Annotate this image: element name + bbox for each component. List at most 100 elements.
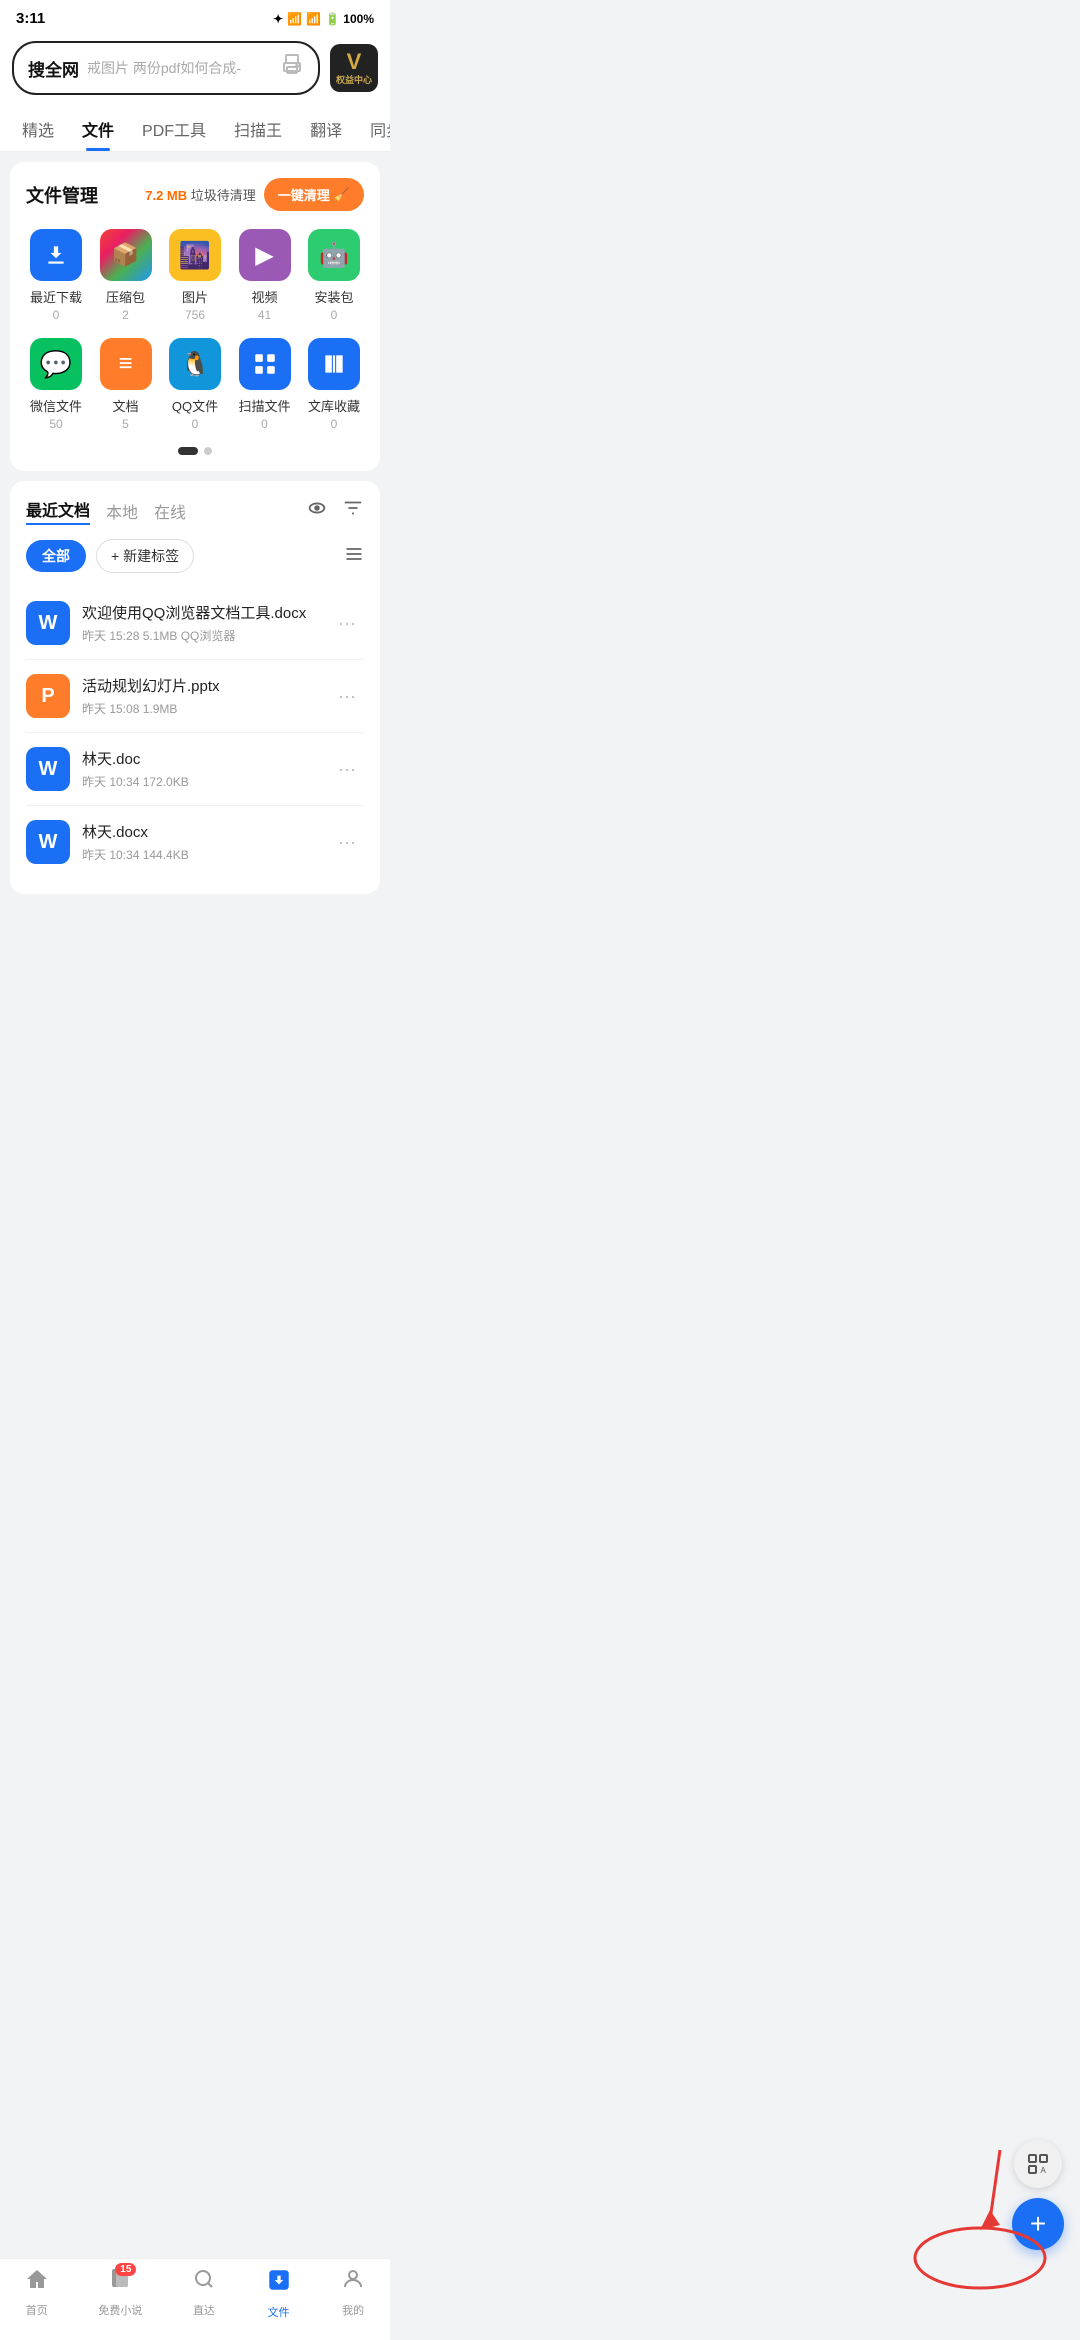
doc-item-3[interactable]: W 林天.doc 昨天 10:34 172.0KB ··· bbox=[26, 733, 364, 806]
library-label: 文库收藏 bbox=[308, 396, 360, 415]
video-label: 视频 bbox=[251, 287, 277, 306]
file-item-apk[interactable]: 🤖 安装包 0 bbox=[304, 229, 364, 322]
file-item-video[interactable]: ▶ 视频 41 bbox=[235, 229, 295, 322]
dot-active bbox=[178, 447, 198, 455]
doc-more-4[interactable]: ··· bbox=[330, 828, 364, 857]
library-count: 0 bbox=[331, 417, 338, 431]
tab-local[interactable]: 本地 bbox=[106, 499, 138, 523]
file-item-image[interactable]: 🌆 图片 756 bbox=[165, 229, 225, 322]
doc-name-2: 活动规划幻灯片.pptx bbox=[82, 675, 330, 696]
qq-icon: 🐧 bbox=[169, 338, 221, 390]
nav-home-label: 首页 bbox=[26, 2302, 48, 2318]
qq-count: 0 bbox=[192, 417, 199, 431]
tab-wenjian[interactable]: 文件 bbox=[68, 107, 128, 151]
search-hint: 戒图片 两份pdf如何合成- bbox=[87, 58, 241, 78]
tab-jingxuan[interactable]: 精选 bbox=[8, 107, 68, 151]
vip-avatar[interactable]: V 权益中心 bbox=[330, 44, 378, 92]
trash-info: 7.2 MB 垃圾待清理 bbox=[145, 185, 256, 204]
doc-more-3[interactable]: ··· bbox=[330, 755, 364, 784]
file-grid-row2: 💬 微信文件 50 ≡ 文档 5 🐧 QQ文件 0 bbox=[26, 338, 364, 431]
tag-menu-icon[interactable] bbox=[344, 544, 364, 569]
file-mgmt-header: 文件管理 7.2 MB 垃圾待清理 一键清理 🧹 bbox=[26, 178, 364, 211]
filter-icon[interactable] bbox=[342, 497, 364, 525]
tab-bar: 精选 文件 PDF工具 扫描王 翻译 同步学 bbox=[0, 107, 390, 152]
apk-count: 0 bbox=[331, 308, 338, 322]
file-item-wechat[interactable]: 💬 微信文件 50 bbox=[26, 338, 86, 431]
bottom-nav: 首页 15 免费小说 直达 文件 我的 bbox=[0, 2258, 390, 2340]
trash-size: 7.2 MB bbox=[145, 188, 187, 203]
file-mgmt-card: 文件管理 7.2 MB 垃圾待清理 一键清理 🧹 最近下载 0 bbox=[10, 162, 380, 471]
tag-filter: 全部 + 新建标签 bbox=[26, 539, 364, 573]
tab-fanyi[interactable]: 翻译 bbox=[296, 107, 356, 151]
wechat-icon: 💬 bbox=[30, 338, 82, 390]
file-item-doc[interactable]: ≡ 文档 5 bbox=[96, 338, 156, 431]
recent-tabs: 最近文档 本地 在线 bbox=[26, 497, 186, 525]
doc-count: 5 bbox=[122, 417, 129, 431]
file-item-qq[interactable]: 🐧 QQ文件 0 bbox=[165, 338, 225, 431]
doc-name-3: 林天.doc bbox=[82, 748, 330, 769]
file-item-library[interactable]: 文库收藏 0 bbox=[304, 338, 364, 431]
doc-info-3: 林天.doc 昨天 10:34 172.0KB bbox=[82, 748, 330, 790]
file-item-download[interactable]: 最近下载 0 bbox=[26, 229, 86, 322]
zip-icon: 📦 bbox=[100, 229, 152, 281]
fab-ocr-button[interactable]: A bbox=[1014, 2140, 1062, 2188]
doc-meta-4: 昨天 10:34 144.4KB bbox=[82, 846, 330, 863]
nav-file[interactable]: 文件 bbox=[266, 2267, 292, 2320]
status-time: 3:11 bbox=[16, 10, 45, 27]
doc-name-4: 林天.docx bbox=[82, 821, 330, 842]
fab-area: A + bbox=[1012, 2140, 1064, 2250]
word-icon-4: W bbox=[26, 820, 70, 864]
tag-all[interactable]: 全部 bbox=[26, 540, 86, 572]
image-icon: 🌆 bbox=[169, 229, 221, 281]
trash-label: 垃圾待清理 bbox=[191, 188, 256, 203]
nav-mine-label: 我的 bbox=[342, 2302, 364, 2318]
file-mgmt-title: 文件管理 bbox=[26, 182, 98, 208]
word-icon-3: W bbox=[26, 747, 70, 791]
fab-add-button[interactable]: + bbox=[1012, 2198, 1064, 2250]
signal-icon: 📶 bbox=[306, 12, 321, 26]
ppt-icon-2: P bbox=[26, 674, 70, 718]
recent-header-icons bbox=[306, 497, 364, 525]
doc-meta-3: 昨天 10:34 172.0KB bbox=[82, 773, 330, 790]
search-box[interactable]: 搜全网 戒图片 两份pdf如何合成- bbox=[12, 41, 320, 95]
file-grid-row1: 最近下载 0 📦 压缩包 2 🌆 图片 756 ▶ bbox=[26, 229, 364, 322]
doc-item-4[interactable]: W 林天.docx 昨天 10:34 144.4KB ··· bbox=[26, 806, 364, 878]
vip-letter: V bbox=[347, 51, 362, 73]
doc-item-2[interactable]: P 活动规划幻灯片.pptx 昨天 15:08 1.9MB ··· bbox=[26, 660, 364, 733]
file-item-zip[interactable]: 📦 压缩包 2 bbox=[96, 229, 156, 322]
tab-tongbuxue[interactable]: 同步学 bbox=[356, 107, 390, 151]
doc-item-1[interactable]: W 欢迎使用QQ浏览器文档工具.docx 昨天 15:28 5.1MB QQ浏览… bbox=[26, 587, 364, 660]
search-bar-area: 搜全网 戒图片 两份pdf如何合成- V 权益中心 bbox=[0, 33, 390, 107]
tag-new[interactable]: + 新建标签 bbox=[96, 539, 194, 573]
doc-info-1: 欢迎使用QQ浏览器文档工具.docx 昨天 15:28 5.1MB QQ浏览器 bbox=[82, 602, 330, 644]
nav-direct[interactable]: 直达 bbox=[192, 2267, 216, 2320]
apk-label: 安装包 bbox=[314, 287, 353, 306]
tab-saomiaowang[interactable]: 扫描王 bbox=[220, 107, 296, 151]
doc-more-2[interactable]: ··· bbox=[330, 682, 364, 711]
recent-docs-header: 最近文档 本地 在线 bbox=[26, 497, 364, 525]
nav-novel-label: 免费小说 bbox=[98, 2302, 142, 2318]
clean-button[interactable]: 一键清理 🧹 bbox=[264, 178, 364, 211]
tab-recent[interactable]: 最近文档 bbox=[26, 497, 90, 525]
dots-indicator bbox=[26, 447, 364, 455]
wechat-count: 50 bbox=[49, 417, 62, 431]
nav-mine[interactable]: 我的 bbox=[341, 2267, 365, 2320]
download-label: 最近下载 bbox=[30, 287, 82, 306]
tab-online[interactable]: 在线 bbox=[154, 499, 186, 523]
doc-more-1[interactable]: ··· bbox=[330, 609, 364, 638]
home-icon bbox=[25, 2267, 49, 2298]
video-icon: ▶ bbox=[239, 229, 291, 281]
scan-icon bbox=[239, 338, 291, 390]
download-icon bbox=[30, 229, 82, 281]
nav-file-label: 文件 bbox=[268, 2304, 290, 2320]
video-count: 41 bbox=[258, 308, 271, 322]
image-label: 图片 bbox=[182, 287, 208, 306]
dot-inactive bbox=[204, 447, 212, 455]
eye-icon[interactable] bbox=[306, 497, 328, 525]
file-item-scan[interactable]: 扫描文件 0 bbox=[235, 338, 295, 431]
image-count: 756 bbox=[185, 308, 205, 322]
nav-home[interactable]: 首页 bbox=[25, 2267, 49, 2320]
nav-novel[interactable]: 15 免费小说 bbox=[98, 2267, 142, 2320]
tab-pdf[interactable]: PDF工具 bbox=[128, 107, 220, 151]
zip-count: 2 bbox=[122, 308, 129, 322]
